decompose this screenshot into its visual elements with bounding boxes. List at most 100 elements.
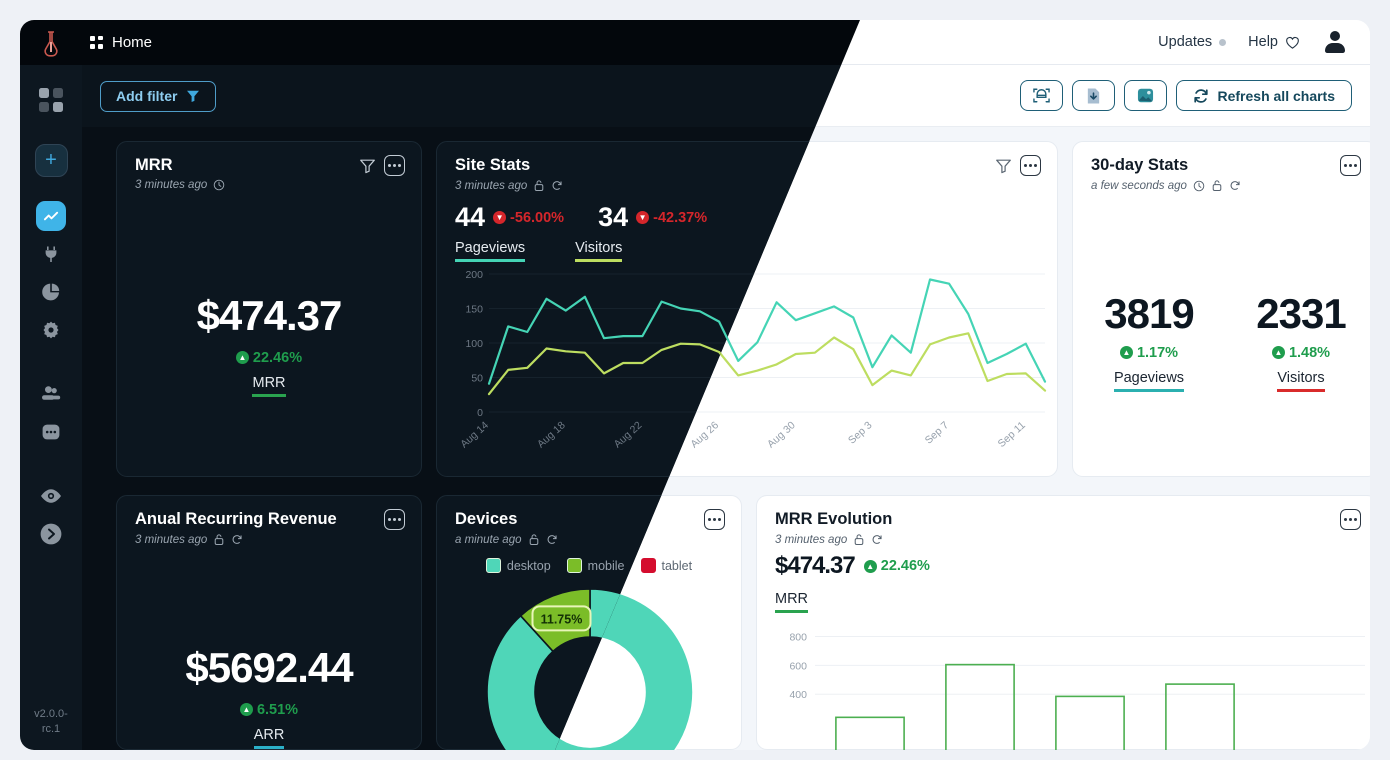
scan-snapshot-icon xyxy=(1032,88,1050,103)
card-title: Devices xyxy=(455,510,518,528)
svg-text:100: 100 xyxy=(465,338,483,350)
refresh-cycle-icon xyxy=(1230,181,1240,190)
evo-metric-label[interactable]: MRR xyxy=(775,591,809,613)
help-label: Help xyxy=(1248,34,1278,50)
mrr-value: $474.37 xyxy=(196,292,343,339)
card-timestamp: 3 minutes ago xyxy=(775,533,883,546)
snapshot-button[interactable] xyxy=(1019,80,1063,111)
refresh-cycle-icon xyxy=(552,181,562,190)
updates-label: Updates xyxy=(1158,34,1213,50)
sidebar-item-connections[interactable] xyxy=(34,237,68,271)
lock-icon xyxy=(1212,180,1222,191)
legend-item-tablet[interactable]: tablet xyxy=(640,558,692,573)
card-timestamp: 3 minutes ago xyxy=(135,533,243,546)
card-menu-button[interactable] xyxy=(384,509,405,530)
card-menu-button[interactable] xyxy=(1020,155,1041,176)
tab-pageviews[interactable]: Pageviews xyxy=(1113,370,1185,392)
app-logo[interactable] xyxy=(20,30,82,57)
legend-swatch xyxy=(640,558,656,573)
help-link[interactable]: Help xyxy=(1248,34,1300,50)
plug-icon xyxy=(45,246,57,262)
card-menu-button[interactable] xyxy=(1340,155,1361,176)
card-mrr-evolution[interactable]: MRR Evolution 3 minutes ago $474.37 ▲22.… xyxy=(756,495,1370,750)
updates-link[interactable]: Updates xyxy=(1158,34,1227,50)
sidebar-item-add[interactable]: + xyxy=(34,143,68,177)
sidebar-item-expand[interactable] xyxy=(34,517,68,551)
sidebar-item-analytics[interactable] xyxy=(34,199,68,233)
sidebar-item-preview[interactable] xyxy=(34,479,68,513)
arr-delta: ▲6.51% xyxy=(239,702,298,718)
file-download-icon xyxy=(1087,87,1099,104)
tab-pageviews[interactable]: Pageviews xyxy=(455,240,526,262)
filter-funnel-icon[interactable] xyxy=(995,158,1012,174)
eye-icon xyxy=(41,489,61,503)
legend-swatch xyxy=(485,558,501,573)
refresh-all-charts-button[interactable]: Refresh all charts xyxy=(1175,80,1352,111)
sidebar-item-dashboards[interactable] xyxy=(34,83,68,117)
card-30-day-stats[interactable]: 30-day Stats a few seconds ago 3819 ▲1.1… xyxy=(1072,141,1370,477)
tab-visitors[interactable]: Visitors xyxy=(1277,370,1325,392)
filter-funnel-icon[interactable] xyxy=(359,158,376,174)
evo-value: $474.37 xyxy=(775,552,856,579)
download-button[interactable] xyxy=(1071,80,1115,111)
legend-label: desktop xyxy=(506,558,551,573)
legend-item-desktop[interactable]: desktop xyxy=(485,558,551,573)
refresh-cycle-icon xyxy=(872,535,882,544)
line-chart-icon xyxy=(36,201,66,231)
image-export-button[interactable] xyxy=(1123,80,1167,111)
arrow-down-icon: ▼ xyxy=(493,211,507,224)
svg-text:600: 600 xyxy=(789,660,807,672)
visitors-value: 34 xyxy=(598,202,629,232)
sidebar-item-more[interactable] xyxy=(34,415,68,449)
svg-text:Aug 18: Aug 18 xyxy=(535,419,568,450)
legend-swatch xyxy=(566,558,582,573)
tab-visitors[interactable]: Visitors xyxy=(575,240,623,262)
card-menu-button[interactable] xyxy=(704,509,725,530)
sidebar-item-reports[interactable] xyxy=(34,275,68,309)
svg-text:Aug 22: Aug 22 xyxy=(612,419,645,450)
visitors-delta: ▼-42.37% xyxy=(636,210,707,226)
add-filter-button[interactable]: Add filter xyxy=(100,80,217,112)
sidebar-item-settings[interactable] xyxy=(34,313,68,347)
arrow-up-icon: ▲ xyxy=(239,703,253,716)
filter-funnel-icon xyxy=(187,90,200,102)
refresh-icon xyxy=(1193,88,1208,103)
mrr-evolution-bar-chart: 400 600 800 xyxy=(789,631,1365,750)
svg-text:Aug 30: Aug 30 xyxy=(765,419,798,450)
visitors-delta: ▲1.48% xyxy=(1271,345,1330,361)
card-timestamp: 3 minutes ago xyxy=(455,179,563,192)
breadcrumb-label: Home xyxy=(112,34,153,51)
heart-icon xyxy=(1286,36,1299,49)
card-annual-recurring-revenue[interactable]: Anual Recurring Revenue 3 minutes ago $5… xyxy=(116,495,422,750)
ellipsis-box-icon xyxy=(42,424,60,440)
card-timestamp: 3 minutes ago xyxy=(135,179,225,191)
image-icon xyxy=(1137,88,1153,103)
visitors-value: 2331 xyxy=(1256,290,1346,337)
svg-text:11.75%: 11.75% xyxy=(541,612,583,626)
test-tube-logo-icon xyxy=(44,30,58,57)
arr-metric-label[interactable]: ARR xyxy=(253,727,285,749)
lock-icon xyxy=(534,180,544,191)
mrr-metric-label[interactable]: MRR xyxy=(252,375,286,397)
avatar[interactable] xyxy=(1322,29,1348,55)
sidebar-dark: + v2.0.0- rc.1 xyxy=(20,65,82,750)
mrr-delta: ▲22.46% xyxy=(235,350,302,366)
pageviews-delta: ▼-56.00% xyxy=(493,210,564,226)
svg-text:Sep 3: Sep 3 xyxy=(846,419,875,446)
plus-icon: + xyxy=(34,143,68,177)
card-mrr[interactable]: MRR 3 minutes ago $474.37 ▲ 22.46% MRR xyxy=(116,141,422,477)
svg-text:Aug 14: Aug 14 xyxy=(458,419,491,450)
card-timestamp: a minute ago xyxy=(455,533,558,546)
card-title: MRR xyxy=(135,156,173,174)
svg-text:150: 150 xyxy=(465,304,483,316)
grid-icon xyxy=(39,88,63,112)
arrow-down-icon: ▼ xyxy=(636,211,650,224)
card-title: Site Stats xyxy=(455,156,531,174)
legend-item-mobile[interactable]: mobile xyxy=(566,558,625,573)
card-menu-button[interactable] xyxy=(1340,509,1361,530)
svg-text:50: 50 xyxy=(471,373,483,385)
sidebar-item-teams[interactable] xyxy=(34,377,68,411)
arrow-up-icon: ▲ xyxy=(235,351,249,364)
card-menu-button[interactable] xyxy=(384,155,405,176)
breadcrumb-home[interactable]: Home xyxy=(90,34,152,51)
